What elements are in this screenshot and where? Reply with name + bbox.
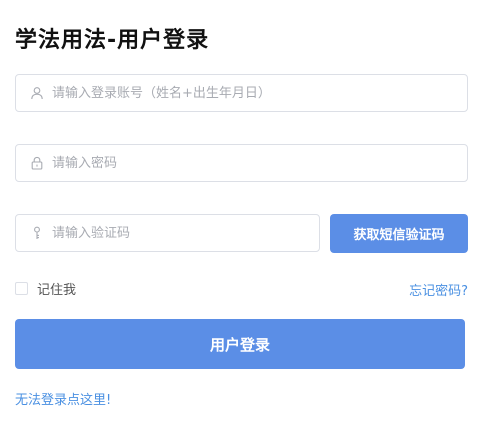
login-button[interactable]: 用户登录: [15, 319, 465, 369]
password-field[interactable]: [15, 144, 468, 182]
remember-me[interactable]: 记住我: [15, 279, 76, 298]
verification-code-input[interactable]: [52, 215, 319, 251]
remember-me-label: 记住我: [37, 283, 77, 298]
lock-icon: [30, 156, 44, 170]
page-title: 学法用法-用户登录: [15, 28, 210, 53]
account-input[interactable]: [52, 75, 467, 111]
password-input[interactable]: [52, 145, 467, 181]
remember-me-checkbox[interactable]: [15, 282, 28, 295]
account-field[interactable]: [15, 74, 468, 112]
cannot-login-link[interactable]: 无法登录点这里!: [15, 389, 111, 408]
user-icon: [30, 86, 44, 100]
key-icon: [30, 226, 44, 240]
forgot-password-link[interactable]: 忘记密码?: [409, 280, 468, 299]
login-page: 学法用法-用户登录 请输入登录账号（姓名+出生年月日） 请输入验证码 获取短信验…: [0, 0, 486, 426]
verification-code-field[interactable]: [15, 214, 320, 252]
get-sms-code-button[interactable]: 获取短信验证码: [330, 214, 468, 253]
